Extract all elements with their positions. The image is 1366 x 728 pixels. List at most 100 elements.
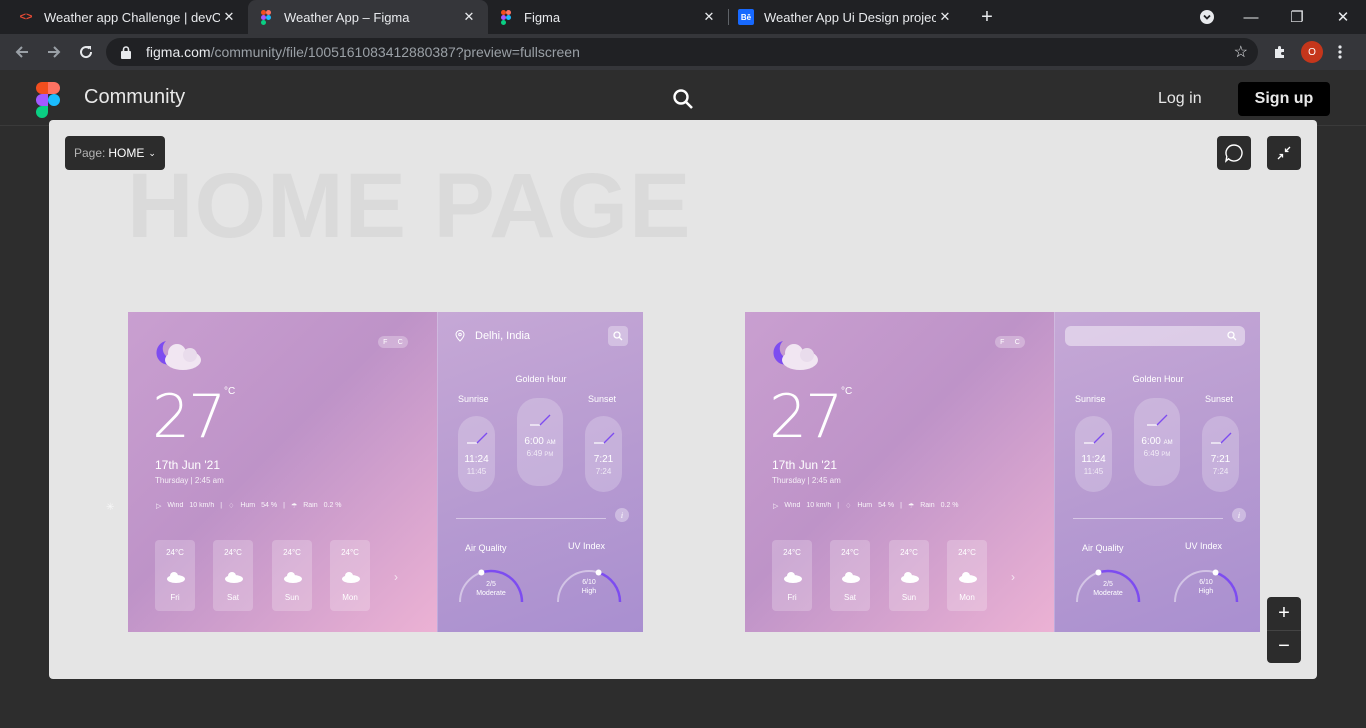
tab-search-button[interactable]: [1184, 0, 1230, 34]
wind-label: Wind: [784, 502, 801, 509]
address-bar[interactable]: figma.com/community/file/100516108341288…: [106, 38, 1258, 66]
chevron-right-icon[interactable]: ›: [1011, 570, 1015, 584]
close-tab-icon[interactable]: ✕: [460, 9, 478, 25]
clock-hands-icon: [1147, 414, 1168, 426]
reload-button[interactable]: [72, 38, 100, 66]
rain-label: Rain: [920, 502, 935, 509]
location-pin-icon: [455, 330, 465, 342]
restore-window-button[interactable]: ❐: [1274, 0, 1320, 34]
location-search-input[interactable]: [1065, 326, 1245, 346]
extensions-puzzle-icon[interactable]: [1268, 40, 1292, 64]
profile-avatar[interactable]: O: [1301, 41, 1323, 63]
unit-c[interactable]: C: [1015, 339, 1020, 346]
stats-divider: |: [837, 502, 840, 509]
location-search-button[interactable]: [608, 326, 628, 346]
sunrise-time: 11:24: [464, 454, 489, 465]
community-title[interactable]: Community: [84, 86, 185, 109]
sunrise-pill[interactable]: 11:24 11:45: [458, 416, 495, 492]
browser-menu-icon[interactable]: [1328, 40, 1352, 64]
search-icon: [1227, 331, 1237, 341]
login-link[interactable]: Log in: [1158, 90, 1202, 108]
wind-label: Wind: [167, 502, 184, 509]
back-button[interactable]: [8, 38, 36, 66]
sunrise-pill[interactable]: 11:24 11:45: [1075, 416, 1112, 492]
unit-c[interactable]: C: [398, 339, 403, 346]
browser-tab-strip: <> Weather app Challenge | devChal ✕ Wea…: [0, 0, 1366, 34]
exit-fullscreen-button[interactable]: [1267, 136, 1301, 170]
search-icon[interactable]: [672, 88, 694, 110]
sunset-label: Sunset: [1205, 394, 1234, 404]
new-tab-button[interactable]: +: [964, 0, 1010, 34]
clock-hands-icon: [1210, 432, 1231, 444]
signup-button[interactable]: Sign up: [1238, 82, 1330, 116]
browser-tab-figma[interactable]: Figma ✕: [488, 0, 728, 34]
sunset-pill[interactable]: 7:21 7:24: [1202, 416, 1239, 492]
chevron-right-icon[interactable]: ›: [394, 570, 398, 584]
page-name: HOME: [108, 146, 145, 160]
close-window-button[interactable]: ✕: [1320, 0, 1366, 34]
weather-side-panel: Delhi, India Golden Hour Sunrise Sunset …: [437, 312, 643, 632]
sunset-pill[interactable]: 7:21 7:24: [585, 416, 622, 492]
weather-stats: ▷ Wind 10 km/h | ♢ Hum 54 % | ☂ Rain 0.2 %: [156, 502, 342, 510]
browser-tab-devchallenges[interactable]: <> Weather app Challenge | devChal ✕: [8, 0, 248, 34]
forecast-day: Sun: [284, 593, 300, 602]
close-tab-icon[interactable]: ✕: [936, 9, 954, 25]
forecast-card[interactable]: 24°C Sat: [213, 540, 253, 611]
golden-time-suffix: AM: [546, 440, 556, 446]
stats-divider: |: [283, 502, 285, 509]
zoom-in-button[interactable]: +: [1267, 597, 1301, 630]
unit-toggle[interactable]: FC: [995, 336, 1025, 348]
air-quality-label: Air Quality: [465, 543, 507, 553]
wind-value: 10 km/h: [806, 502, 832, 509]
uv-text: High: [581, 588, 597, 595]
forecast-day: Sat: [843, 593, 856, 602]
browser-tab-behance[interactable]: Bē Weather App Ui Design projects ✕: [728, 0, 964, 34]
golden-hour-pill[interactable]: 6:00 AM 6:49 PM: [517, 398, 563, 486]
forecast-card[interactable]: 24°C Mon: [330, 540, 370, 611]
temperature-unit: °C: [841, 386, 853, 397]
humidity-value: 54 %: [878, 502, 895, 509]
comment-button[interactable]: [1217, 136, 1251, 170]
lock-icon: [120, 45, 132, 59]
info-icon[interactable]: i: [615, 508, 629, 522]
rain-value: 0.2 %: [940, 502, 959, 509]
info-icon[interactable]: i: [1232, 508, 1246, 522]
air-quality-value: 2/5: [486, 581, 496, 588]
forecast-card[interactable]: 24°C Sat: [830, 540, 870, 611]
zoom-divider: [1267, 630, 1301, 631]
forecast-day: Mon: [959, 593, 975, 602]
cloud-icon: [784, 572, 802, 583]
collapse-icon: [1277, 146, 1291, 160]
unit-f[interactable]: F: [1000, 339, 1004, 346]
unit-toggle[interactable]: FC: [378, 336, 408, 348]
close-tab-icon[interactable]: ✕: [700, 9, 718, 25]
minimize-window-button[interactable]: —: [1228, 0, 1274, 34]
forward-button[interactable]: [40, 38, 68, 66]
close-tab-icon[interactable]: ✕: [220, 9, 238, 25]
forecast-temp: 24°C: [341, 548, 359, 557]
forecast-day: Fri: [787, 593, 797, 602]
day-time-text: Thursday | 2:45 am: [155, 476, 224, 485]
arrow-right-icon: [48, 46, 61, 58]
forecast-card[interactable]: 24°C Fri: [155, 540, 195, 611]
forecast-card[interactable]: 24°C Sun: [889, 540, 929, 611]
browser-tab-weather-app-figma[interactable]: Weather App – Figma ✕: [248, 0, 488, 34]
zoom-out-button[interactable]: −: [1267, 630, 1301, 663]
unit-f[interactable]: F: [383, 339, 387, 346]
weather-frame-home[interactable]: FC 27 °C 17th Jun '21 Thursday | 2:45 am…: [128, 312, 643, 632]
arrow-left-icon: [15, 46, 28, 58]
forecast-card[interactable]: 24°C Mon: [947, 540, 987, 611]
forecast-card[interactable]: 24°C Sun: [272, 540, 312, 611]
chevron-down-icon: ⌄: [148, 147, 156, 158]
page-selector[interactable]: Page: HOME ⌄: [65, 136, 165, 170]
forecast-card[interactable]: 24°C Fri: [772, 540, 812, 611]
weather-frame-search[interactable]: FC 27 °C 17th Jun '21 Thursday | 2:45 am…: [745, 312, 1260, 632]
uv-readout: 6/10 High: [554, 578, 624, 596]
bookmark-star-icon[interactable]: ☆: [1234, 42, 1248, 62]
golden-hour-label: Golden Hour: [515, 374, 567, 384]
figma-logo-icon[interactable]: [36, 82, 60, 118]
golden-hour-pill[interactable]: 6:00 AM 6:49 PM: [1134, 398, 1180, 486]
figma-preview-canvas[interactable]: HOME PAGE Page: HOME ⌄ ✳ FC 27 °C 17th J…: [49, 120, 1317, 679]
weather-side-panel: Golden Hour Sunrise Sunset 11:24 11:45 6…: [1054, 312, 1260, 632]
golden-subtime-suffix: PM: [544, 452, 554, 458]
